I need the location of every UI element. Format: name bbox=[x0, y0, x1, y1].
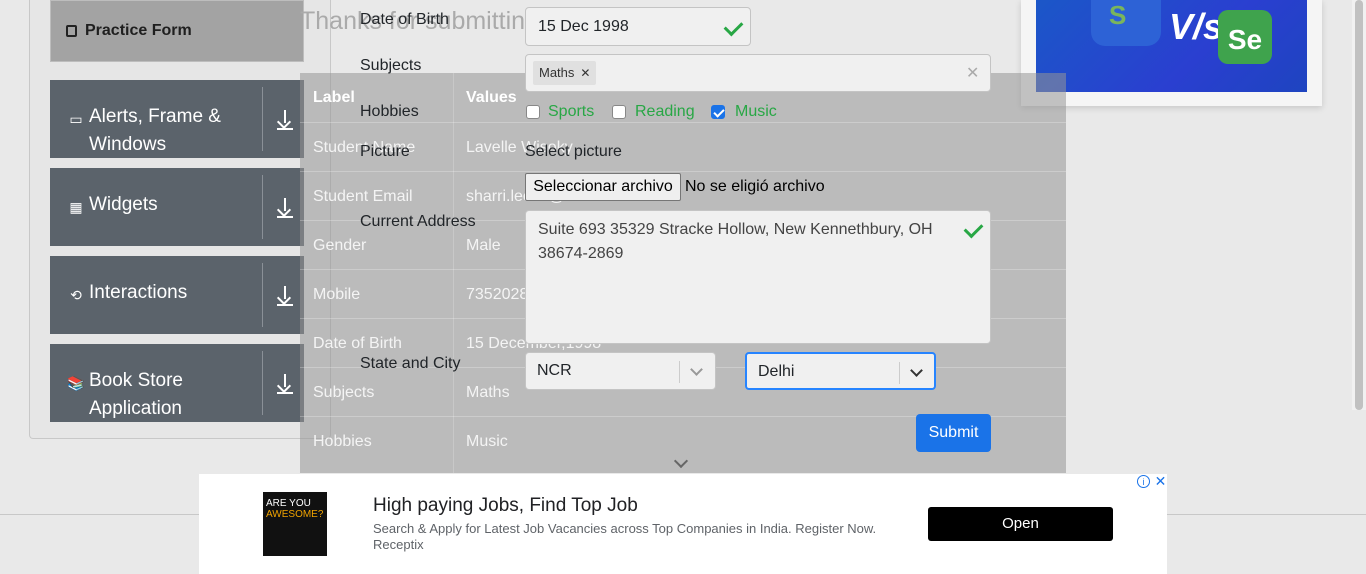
table-row-label: Subjects bbox=[313, 384, 375, 401]
file-status: No se eligió archivo bbox=[685, 178, 825, 195]
sidebar-item-label: Practice Form bbox=[85, 22, 192, 39]
ad-info-icon[interactable]: i bbox=[1137, 475, 1150, 488]
ad-description: Search & Apply for Latest Job Vacancies … bbox=[373, 521, 913, 553]
picture-label: Picture bbox=[360, 143, 410, 160]
table-header-label: Label bbox=[313, 89, 355, 106]
reading-label[interactable]: Reading bbox=[635, 103, 695, 121]
form-icon bbox=[66, 25, 77, 37]
books-icon: 📚 bbox=[67, 375, 85, 391]
sidebar-group-widgets[interactable]: ▦ Widgets bbox=[50, 168, 304, 246]
chevron-down-icon bbox=[690, 363, 703, 376]
group-title: Alerts, Frame & Windows bbox=[89, 106, 221, 155]
state-select[interactable]: NCR bbox=[525, 352, 716, 390]
address-label: Current Address bbox=[360, 213, 476, 230]
table-row-value: Music bbox=[466, 433, 508, 450]
table-row-value: Male bbox=[466, 237, 501, 254]
music-checkbox[interactable] bbox=[711, 105, 725, 119]
submit-button[interactable]: Submit bbox=[916, 414, 991, 452]
dob-input[interactable]: 15 Dec 1998 bbox=[525, 7, 751, 46]
selenium-logo: Se bbox=[1218, 10, 1272, 64]
ad-title[interactable]: High paying Jobs, Find Top Job bbox=[373, 495, 638, 517]
dob-label: Date of Birth bbox=[360, 11, 449, 28]
ad-thumbnail[interactable]: ARE YOU AWESOME? bbox=[263, 492, 327, 556]
address-textarea[interactable]: Suite 693 35329 Stracke Hollow, New Kenn… bbox=[525, 210, 991, 344]
state-city-label: State and City bbox=[360, 355, 461, 372]
group-title: Book Store Application bbox=[89, 370, 183, 419]
window-icon: ▭ bbox=[69, 111, 83, 127]
subjects-label: Subjects bbox=[360, 57, 422, 74]
chevron-down-icon bbox=[673, 453, 689, 469]
table-row-label: Hobbies bbox=[313, 433, 372, 450]
hobbies-label: Hobbies bbox=[360, 103, 419, 120]
chevron-down-icon bbox=[910, 364, 923, 377]
select-picture-label: Select picture bbox=[525, 143, 622, 160]
reading-checkbox[interactable] bbox=[612, 105, 626, 119]
download-icon[interactable] bbox=[275, 198, 295, 220]
close-icon[interactable]: ✕ bbox=[1153, 474, 1168, 489]
sports-checkbox[interactable] bbox=[526, 105, 540, 119]
group-title: Interactions bbox=[89, 282, 188, 303]
clear-icon[interactable]: ✕ bbox=[966, 63, 979, 83]
versus-text: V/s bbox=[1169, 6, 1224, 47]
widgets-icon: ▦ bbox=[69, 199, 83, 215]
interactions-icon: ⟲ bbox=[70, 287, 82, 303]
ad-advertiser: Receptix bbox=[373, 537, 424, 552]
table-row-label: Mobile bbox=[313, 286, 361, 303]
choose-file-button[interactable]: Seleccionar archivo bbox=[525, 173, 681, 201]
sidebar-group-book-store[interactable]: 📚 Book Store Application bbox=[50, 344, 304, 422]
ad-open-button[interactable]: Open bbox=[928, 507, 1113, 541]
valid-check-icon bbox=[723, 16, 744, 37]
sidebar-group-alerts[interactable]: ▭ Alerts, Frame & Windows bbox=[50, 80, 304, 158]
download-icon[interactable] bbox=[275, 286, 295, 308]
group-title: Widgets bbox=[89, 194, 158, 215]
sidebar-item-practice-form[interactable]: Practice Form bbox=[50, 0, 304, 62]
download-icon[interactable] bbox=[275, 110, 295, 132]
ad-image[interactable]: S V/s Se bbox=[1036, 0, 1307, 92]
table-row-label: Gender bbox=[313, 237, 367, 254]
table-row-label: Student Email bbox=[313, 188, 413, 205]
ad-banner-top[interactable]: S V/s Se bbox=[1021, 0, 1322, 106]
ad-banner-bottom[interactable]: ARE YOU AWESOME? High paying Jobs, Find … bbox=[199, 474, 1167, 574]
shopify-logo: S bbox=[1091, 0, 1161, 46]
sidebar-group-interactions[interactable]: ⟲ Interactions bbox=[50, 256, 304, 334]
sports-label[interactable]: Sports bbox=[548, 103, 594, 121]
city-select[interactable]: Delhi bbox=[745, 352, 936, 390]
subject-chip: Maths ✕ bbox=[533, 61, 597, 85]
scrollbar[interactable] bbox=[1352, 0, 1366, 410]
download-icon[interactable] bbox=[275, 374, 295, 396]
valid-check-icon bbox=[963, 218, 984, 239]
table-row-value: Maths bbox=[466, 384, 510, 401]
table-row-label: Date of Birth bbox=[313, 335, 402, 352]
table-header-values: Values bbox=[466, 89, 517, 106]
remove-chip-icon[interactable]: ✕ bbox=[580, 66, 590, 80]
music-label[interactable]: Music bbox=[735, 103, 777, 121]
